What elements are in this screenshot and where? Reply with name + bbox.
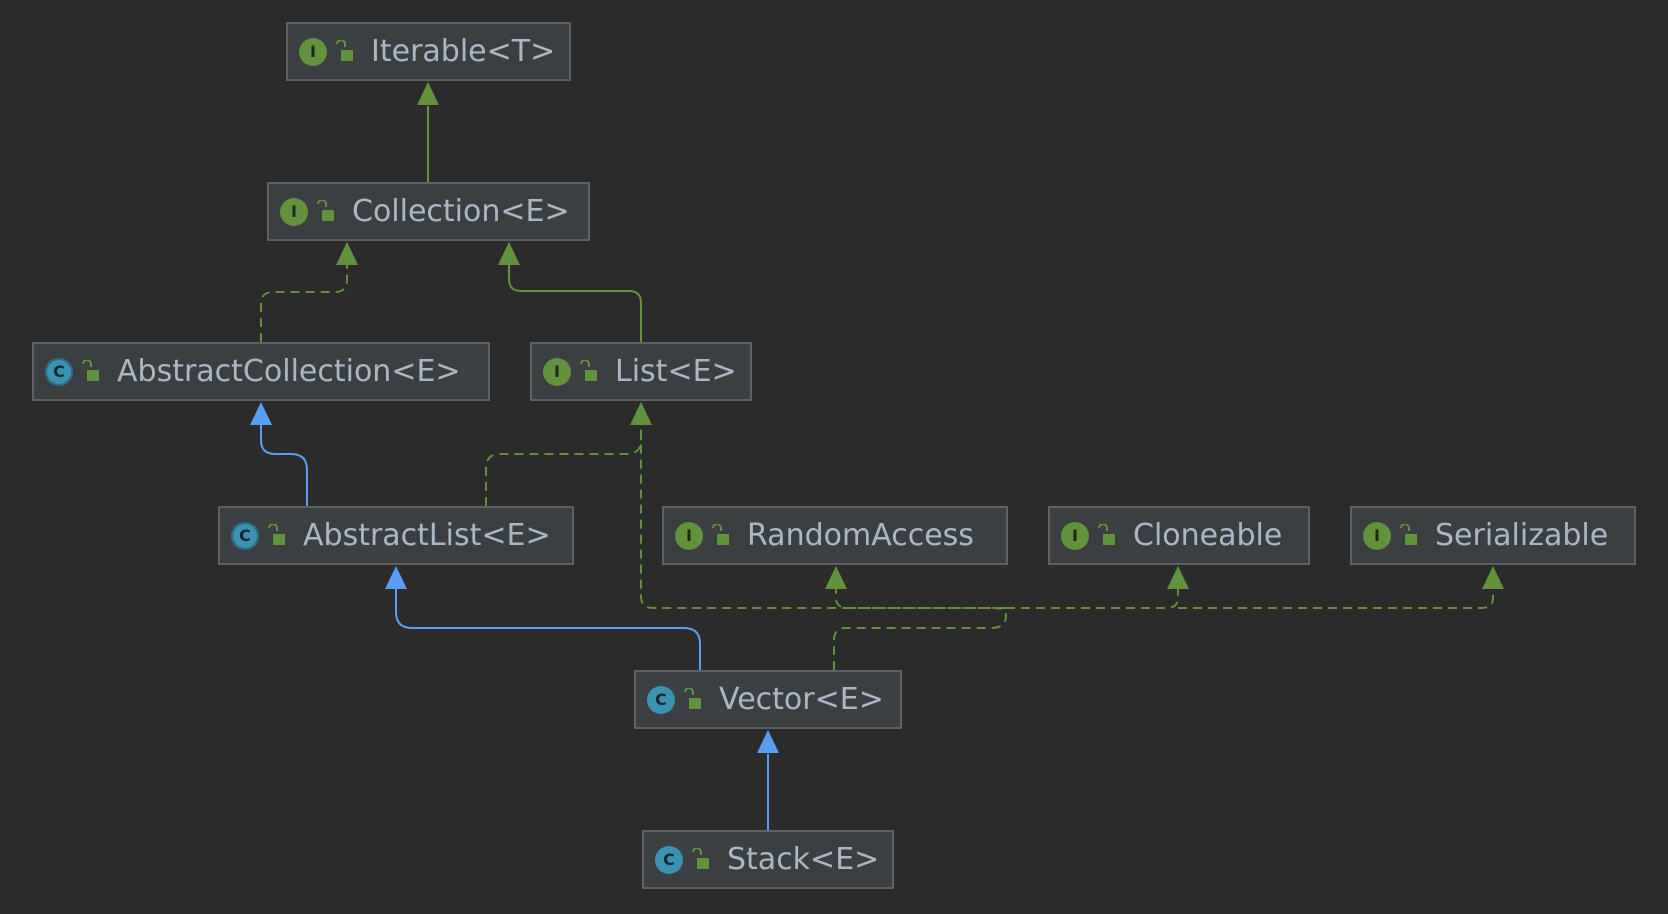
edge-line	[1178, 588, 1494, 609]
node-stack[interactable]: C Stack<E>	[642, 830, 894, 889]
arrowhead	[417, 82, 439, 105]
class-hierarchy-diagram: I Iterable<T> I Collection<E> C Abstract…	[0, 0, 1668, 914]
node-vector[interactable]: C Vector<E>	[634, 670, 902, 729]
node-label: Collection<E>	[352, 194, 570, 229]
edge-abstractlist-to-abstractcollection	[250, 402, 308, 506]
edge-line	[395, 588, 701, 670]
node-list[interactable]: I List<E>	[530, 342, 752, 401]
edge-line	[260, 424, 308, 506]
node-randomaccess[interactable]: I RandomAccess	[662, 506, 1008, 565]
edge-list-to-collection	[498, 242, 642, 342]
lock-icon	[336, 39, 353, 61]
arrowhead	[250, 402, 272, 425]
edge-vector-to-serializable	[1178, 566, 1504, 609]
node-label: AbstractCollection<E>	[117, 354, 461, 389]
node-abstractlist[interactable]: C AbstractList<E>	[218, 506, 574, 565]
edge-stack-to-vector	[757, 730, 779, 830]
arrowhead	[336, 242, 358, 265]
interface-icon: I	[299, 37, 327, 66]
arrowhead	[1482, 566, 1504, 589]
arrowhead	[630, 402, 652, 425]
lock-icon	[1400, 523, 1417, 545]
edge-line	[508, 264, 642, 342]
node-label: Stack<E>	[727, 842, 880, 877]
interface-icon: I	[280, 197, 308, 226]
lock-icon	[82, 359, 99, 381]
lock-icon	[580, 359, 597, 381]
node-serializable[interactable]: I Serializable	[1350, 506, 1636, 565]
lock-icon	[1098, 523, 1115, 545]
edge-vector-to-randomaccess	[825, 566, 1006, 609]
arrowhead	[385, 566, 407, 589]
edge-collection-to-iterable	[417, 82, 439, 182]
lock-icon	[692, 847, 709, 869]
node-abstractcollection[interactable]: C AbstractCollection<E>	[32, 342, 490, 401]
abstract-class-icon: C	[231, 521, 259, 550]
node-label: AbstractList<E>	[303, 518, 551, 553]
lock-icon	[712, 523, 729, 545]
lock-icon	[317, 199, 334, 221]
arrowhead	[498, 242, 520, 265]
edge-vector-to-cloneable	[1006, 566, 1189, 609]
interface-icon: I	[543, 357, 571, 386]
class-icon: C	[655, 845, 683, 874]
node-label: RandomAccess	[747, 518, 974, 553]
node-label: Vector<E>	[719, 682, 884, 717]
arrowhead	[825, 566, 847, 589]
lock-icon	[684, 687, 701, 709]
edge-abstractcollection-to-collection	[260, 242, 358, 342]
interface-icon: I	[1061, 521, 1089, 550]
edge-line	[485, 424, 642, 506]
edge-line	[260, 264, 348, 342]
class-icon: C	[647, 685, 675, 714]
node-label: Serializable	[1435, 518, 1609, 553]
node-cloneable[interactable]: I Cloneable	[1048, 506, 1310, 565]
edge-vector-to-abstractlist	[385, 566, 701, 670]
edge-abstractlist-to-list	[485, 402, 652, 506]
node-label: Cloneable	[1133, 518, 1283, 553]
lock-icon	[268, 523, 285, 545]
node-iterable[interactable]: I Iterable<T>	[286, 22, 571, 81]
node-label: Iterable<T>	[371, 34, 556, 69]
node-collection[interactable]: I Collection<E>	[267, 182, 590, 241]
edge-line	[1006, 588, 1179, 609]
interface-icon: I	[1363, 521, 1391, 550]
arrowhead	[757, 730, 779, 753]
arrowhead	[1167, 566, 1189, 589]
abstract-class-icon: C	[45, 357, 73, 386]
node-label: List<E>	[615, 354, 737, 389]
interface-icon: I	[675, 521, 703, 550]
inheritance-edges	[250, 82, 1504, 830]
